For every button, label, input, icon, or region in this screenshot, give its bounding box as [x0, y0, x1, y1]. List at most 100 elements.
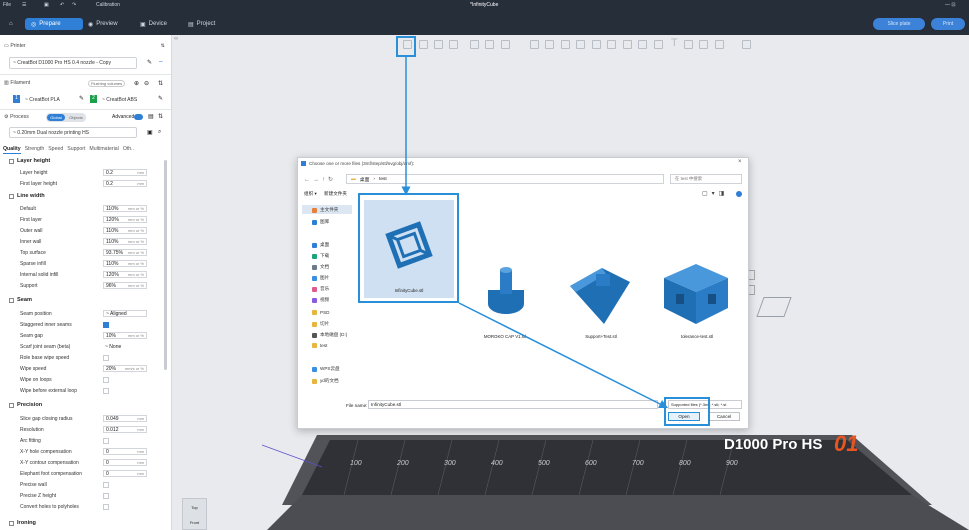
advanced-toggle[interactable] [134, 114, 143, 120]
nav-gallery[interactable]: 图库 [312, 219, 329, 225]
tab-support[interactable]: Support [67, 146, 85, 154]
nav-desktop[interactable]: 桌面 [312, 242, 329, 248]
save-icon[interactable]: ▣ [44, 2, 49, 8]
precise-wall-checkbox[interactable] [103, 482, 109, 488]
sidebar-scrollbar[interactable] [164, 160, 167, 370]
nav-music[interactable]: 音乐 [312, 286, 329, 292]
menu-file[interactable]: File [3, 2, 11, 8]
xy-contour-input[interactable]: 0 mm [103, 459, 147, 466]
remove-filament-icon[interactable]: ⊖ [144, 80, 149, 87]
line-width-sparse-infill-input[interactable]: 110% mm or % [103, 260, 147, 267]
help-icon[interactable] [736, 191, 742, 197]
file-item[interactable]: MOROKO CAP V1.stl [460, 246, 550, 346]
nav-arrows[interactable]: ←→↑↻ [304, 176, 336, 183]
tab-quality[interactable]: Quality [3, 146, 21, 154]
nav-pictures[interactable]: 图片 [312, 275, 329, 281]
view-cube-front[interactable]: Front [183, 520, 206, 525]
convert-holes-checkbox[interactable] [103, 504, 109, 510]
process-select[interactable]: ~ 0.20mm Dual nozzle printing HS [9, 127, 137, 138]
sync-filament-icon[interactable]: ⇅ [158, 80, 163, 87]
line-width-internal-solid-input[interactable]: 120% mm or % [103, 271, 147, 278]
line-width-inner-wall-input[interactable]: 110% mm or % [103, 238, 147, 245]
seam-position-select[interactable]: ~ Aligned [103, 310, 147, 317]
file-name-input[interactable]: InfinityCube.stl [368, 400, 658, 409]
file-item[interactable]: Support+Test.stl [556, 246, 646, 346]
menu-icon[interactable]: ☰ [22, 2, 26, 8]
edit-icon[interactable]: ✎ [147, 59, 152, 66]
organize-button[interactable]: 组织 ▾ [304, 191, 317, 197]
line-width-top-surface-input[interactable]: 93.75% mm or % [103, 249, 147, 256]
tab-preview[interactable]: ◉ Preview [88, 19, 118, 29]
edit-icon[interactable]: ✎ [158, 95, 163, 102]
flushing-volumes-button[interactable]: Flushing volumes [88, 80, 126, 87]
first-layer-height-input[interactable]: 0.2 mm [103, 180, 147, 187]
seam-gap-input[interactable]: 10% mm or % [103, 332, 147, 339]
line-width-default-input[interactable]: 110% mm or % [103, 205, 147, 212]
wipe-on-loops-checkbox[interactable] [103, 377, 109, 383]
nav-yd-docs[interactable]: yd的文档 [312, 378, 339, 384]
global-option[interactable]: Global [47, 114, 65, 121]
nav-downloads[interactable]: 下载 [312, 253, 329, 259]
printer-settings-icon[interactable]: ⇅ [161, 43, 165, 49]
wipe-speed-input[interactable]: 20% mm/s or % [103, 365, 147, 372]
nav-local-disk[interactable]: 本地磁盘 (D:) [312, 332, 347, 338]
line-width-outer-wall-input[interactable]: 110% mm or % [103, 227, 147, 234]
close-icon[interactable]: × [738, 159, 742, 165]
role-base-wipe-checkbox[interactable] [103, 355, 109, 361]
filament-slot-2-select[interactable]: ~ CreatBot ABS [99, 95, 149, 104]
wifi-icon[interactable]: ⌔ [158, 59, 164, 67]
nav-documents[interactable]: 文档 [312, 264, 329, 270]
print-button[interactable]: Print [931, 18, 965, 30]
nav-wps-cloud[interactable]: WPS云盘 [312, 366, 340, 372]
undo-icon[interactable]: ↶ [60, 2, 64, 8]
elephant-foot-input[interactable]: 0 mm [103, 470, 147, 477]
slice-plate-button[interactable]: Slice plate [873, 18, 925, 30]
breadcrumb-leaf[interactable]: test [379, 177, 387, 182]
edit-icon[interactable]: ✎ [79, 95, 84, 102]
tab-device[interactable]: ▣ Device [140, 19, 167, 29]
cancel-button[interactable]: Cancel [708, 412, 740, 421]
nav-psd[interactable]: PSD [312, 310, 329, 315]
tab-project[interactable]: ▤ Project [188, 19, 215, 29]
xy-hole-input[interactable]: 0 mm [103, 448, 147, 455]
nav-videos[interactable]: 视频 [312, 297, 329, 303]
tab-others[interactable]: Oth.. [123, 146, 134, 154]
nav-test[interactable]: test [312, 343, 327, 348]
view-cube[interactable]: Top Front [182, 498, 207, 530]
view-cube-top[interactable]: Top [183, 505, 206, 510]
redo-icon[interactable]: ↷ [72, 2, 76, 8]
sync-process-icon[interactable]: ⇅ [158, 113, 163, 120]
save-preset-icon[interactable]: ▣ [147, 129, 153, 136]
search-icon[interactable]: ⌕ [158, 129, 161, 136]
line-width-first-layer-input[interactable]: 120% mm or % [103, 216, 147, 223]
resolution-input[interactable]: 0.012 mm [103, 426, 147, 433]
home-icon[interactable]: ⌂ [9, 19, 13, 29]
global-objects-toggle[interactable]: Global Objects [46, 113, 86, 122]
address-bar[interactable]: ▬ 桌面 › test [346, 174, 664, 184]
compare-icon[interactable]: ▤ [148, 113, 154, 120]
add-filament-icon[interactable]: ⊕ [134, 80, 139, 87]
tab-speed[interactable]: Speed [48, 146, 63, 154]
new-folder-button[interactable]: 新建文件夹 [324, 191, 347, 197]
printer-select[interactable]: ~ CreatBot D1000 Pro HS 0.4 nozzle - Cop… [9, 57, 137, 69]
view-options-icon[interactable]: ▢▾◨ [702, 190, 728, 197]
precise-z-checkbox[interactable] [103, 493, 109, 499]
line-width-support-input[interactable]: 96% mm or % [103, 282, 147, 289]
tab-strength[interactable]: Strength [25, 146, 45, 154]
breadcrumb-root[interactable]: 桌面 [360, 176, 370, 183]
window-controls[interactable]: — ⊡ [945, 2, 956, 8]
scarf-joint-select[interactable]: ~ None [103, 343, 147, 350]
calibration-menu[interactable]: Calibration [96, 2, 120, 8]
nav-home[interactable]: 主文件夹 [312, 207, 338, 213]
staggered-inner-seams-checkbox[interactable] [103, 322, 109, 328]
tab-prepare[interactable]: ◎ Prepare [25, 18, 83, 30]
slice-gap-input[interactable]: 0.049 mm [103, 415, 147, 422]
nav-slices[interactable]: 切片 [312, 321, 329, 327]
arc-fitting-checkbox[interactable] [103, 438, 109, 444]
file-item[interactable]: tolerance-test.stl [652, 246, 742, 346]
tab-multimaterial[interactable]: Multimaterial [89, 146, 118, 154]
search-input[interactable]: 在 test 中搜索 [670, 174, 742, 184]
wipe-before-external-loop-checkbox[interactable] [103, 388, 109, 394]
layer-height-input[interactable]: 0.2 mm [103, 169, 147, 176]
objects-option[interactable]: Objects [67, 114, 85, 121]
